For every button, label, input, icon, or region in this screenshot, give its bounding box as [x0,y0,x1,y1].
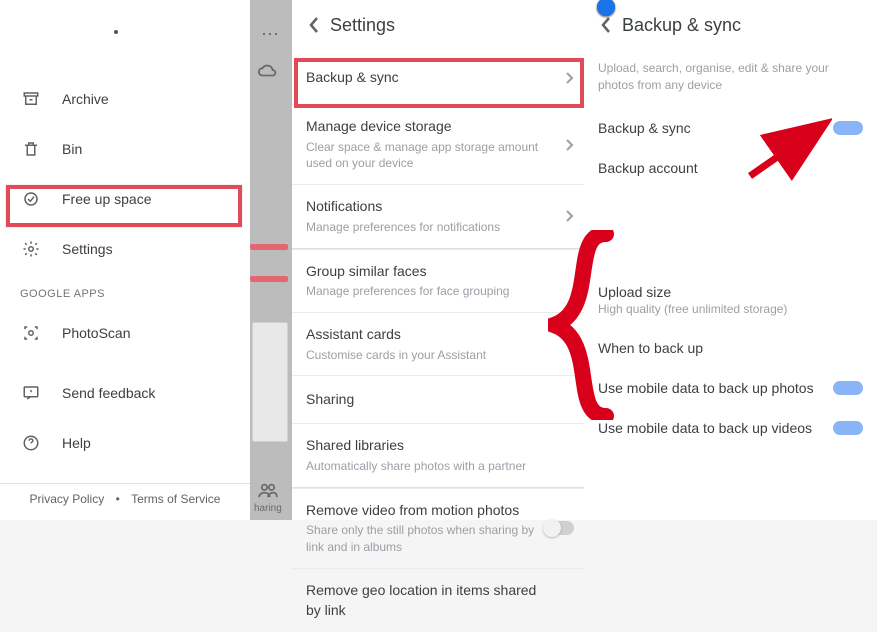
drawer-item-feedback[interactable]: Send feedback [0,368,250,418]
settings-list: Backup & sync Manage device storage Clea… [292,52,584,632]
row-title: Backup & sync [598,120,691,136]
archive-icon [20,88,42,110]
row-title: Upload size [598,284,863,300]
setting-title: Assistant cards [306,325,544,345]
bg-pink-bar [250,244,288,250]
setting-manage-storage[interactable]: Manage device storage Clear space & mana… [292,104,584,184]
backup-intro: Upload, search, organise, edit & share y… [584,52,877,108]
cloud-icon [257,62,279,78]
setting-assistant-cards[interactable]: Assistant cards Customise cards in your … [292,312,584,375]
setting-sub: Automatically share photos with a partne… [306,458,544,475]
setting-remove-geo[interactable]: Remove geo location in items shared by l… [292,568,584,632]
terms-link[interactable]: Terms of Service [127,492,224,506]
feedback-icon [20,382,42,404]
setting-backup-sync[interactable]: Backup & sync [292,52,584,104]
mobile-data-photos-row[interactable]: Use mobile data to back up photos [584,368,877,408]
setting-group-faces[interactable]: Group similar faces Manage preferences f… [292,249,584,312]
spacer [584,188,877,272]
photoscan-icon [20,322,42,344]
setting-sub: Share only the still photos when sharing… [306,522,544,556]
drawer-label: Help [62,435,91,451]
drawer-list: Archive Bin Free up space Settings [0,0,250,468]
drawer: Archive Bin Free up space Settings [0,0,250,520]
background-peek: ⋯ haring [250,0,292,520]
mobile-data-videos-row[interactable]: Use mobile data to back up videos [584,408,877,448]
setting-title: Remove geo location in items shared by l… [306,581,544,620]
drawer-label: PhotoScan [62,325,131,341]
dot-sep: • [112,492,124,506]
setting-title: Notifications [306,197,544,217]
setting-title: Backup & sync [306,68,544,88]
setting-title: Remove video from motion photos [306,501,544,521]
setting-sharing[interactable]: Sharing [292,375,584,423]
backup-header: Backup & sync [584,0,877,52]
setting-title: Manage device storage [306,117,544,137]
bg-sharing-text: haring [254,503,282,514]
toggle-switch[interactable] [544,521,574,535]
drawer-label: Send feedback [62,385,155,401]
backup-sync-pane: Backup & sync Upload, search, organise, … [584,0,877,520]
toggle-switch[interactable] [833,121,863,135]
drawer-item-bin[interactable]: Bin [0,124,250,174]
more-dots-icon: ⋯ [261,24,280,45]
drawer-section-googleapps: GOOGLE APPS [0,274,250,308]
chevron-right-icon [565,138,574,152]
bin-icon [20,138,42,160]
privacy-link[interactable]: Privacy Policy [26,492,109,506]
backup-account-row[interactable]: Backup account [584,148,877,188]
settings-header: Settings [292,0,584,52]
drawer-item-archive[interactable]: Archive [0,74,250,124]
setting-sub: Manage preferences for notifications [306,219,544,236]
drawer-label: Archive [62,91,109,107]
setting-sub: Manage preferences for face grouping [306,283,544,300]
gear-icon [20,238,42,260]
chevron-right-icon [565,209,574,223]
bg-thumb [252,322,288,442]
setting-shared-libraries[interactable]: Shared libraries Automatically share pho… [292,423,584,486]
backup-sync-toggle-row[interactable]: Backup & sync [584,108,877,148]
drawer-label: Settings [62,241,113,257]
setting-title: Sharing [306,390,544,410]
bg-pink-bar [250,276,288,282]
chevron-right-icon [565,71,574,85]
back-button[interactable] [304,12,330,38]
help-icon [20,432,42,454]
setting-sub: Customise cards in your Assistant [306,347,544,364]
drawer-label: Free up space [62,191,152,207]
setting-remove-video-motion[interactable]: Remove video from motion photos Share on… [292,488,584,568]
drawer-footer: Privacy Policy • Terms of Service [0,492,250,506]
setting-title: Group similar faces [306,262,544,282]
people-icon [257,482,279,498]
backup-title: Backup & sync [622,15,741,36]
toggle-switch[interactable] [833,421,863,435]
row-title: Use mobile data to back up photos [598,380,814,396]
back-button[interactable] [596,12,622,38]
row-sub: High quality (free unlimited storage) [598,302,863,316]
drawer-item-settings[interactable]: Settings [0,224,250,274]
row-title: Use mobile data to back up videos [598,420,812,436]
upload-size-row[interactable]: Upload size High quality (free unlimited… [584,272,877,328]
freeup-icon [20,188,42,210]
drawer-divider [0,483,250,484]
drawer-item-photoscan[interactable]: PhotoScan [0,308,250,358]
setting-title: Shared libraries [306,436,544,456]
setting-sub: Clear space & manage app storage amount … [306,139,544,173]
settings-pane: Settings Backup & sync Manage device sto… [292,0,584,520]
drawer-item-help[interactable]: Help [0,418,250,468]
toggle-switch[interactable] [833,381,863,395]
drawer-pane: Archive Bin Free up space Settings [0,0,250,520]
drawer-label: Bin [62,141,82,157]
row-title: Backup account [598,160,698,176]
setting-notifications[interactable]: Notifications Manage preferences for not… [292,184,584,247]
when-to-backup-row[interactable]: When to back up [584,328,877,368]
row-title: When to back up [598,340,703,356]
drawer-item-freeup[interactable]: Free up space [0,174,250,224]
settings-title: Settings [330,15,395,36]
